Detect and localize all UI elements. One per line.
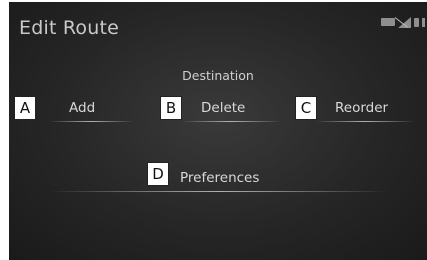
- marker-a: A: [14, 96, 36, 120]
- add-button-underline: [49, 121, 134, 122]
- preferences-button-label: Preferences: [180, 170, 260, 186]
- delete-button-label: Delete: [201, 100, 246, 116]
- destination-section-title: Destination: [182, 68, 254, 83]
- preferences-button[interactable]: Preferences: [49, 164, 389, 192]
- reorder-button-label: Reorder: [335, 100, 389, 116]
- add-button-label: Add: [69, 100, 96, 116]
- reorder-destination-button[interactable]: Reorder: [315, 94, 415, 122]
- signal-icon: [394, 16, 411, 28]
- ec-icon: [381, 18, 395, 26]
- preferences-button-underline: [49, 191, 389, 192]
- status-bar: [381, 16, 425, 28]
- screen-title: Edit Route: [19, 17, 119, 39]
- marker-b: B: [160, 96, 182, 120]
- delete-button-underline: [181, 121, 281, 122]
- delete-destination-button[interactable]: Delete: [181, 94, 281, 122]
- edit-route-screen: Edit Route Destination Add Delete Reorde…: [9, 2, 427, 260]
- reorder-button-underline: [315, 121, 415, 122]
- marker-d: D: [147, 162, 169, 186]
- battery-icon: [414, 17, 419, 27]
- marker-c: C: [295, 96, 317, 120]
- add-destination-button[interactable]: Add: [49, 94, 134, 122]
- bluetooth-icon: [422, 17, 425, 27]
